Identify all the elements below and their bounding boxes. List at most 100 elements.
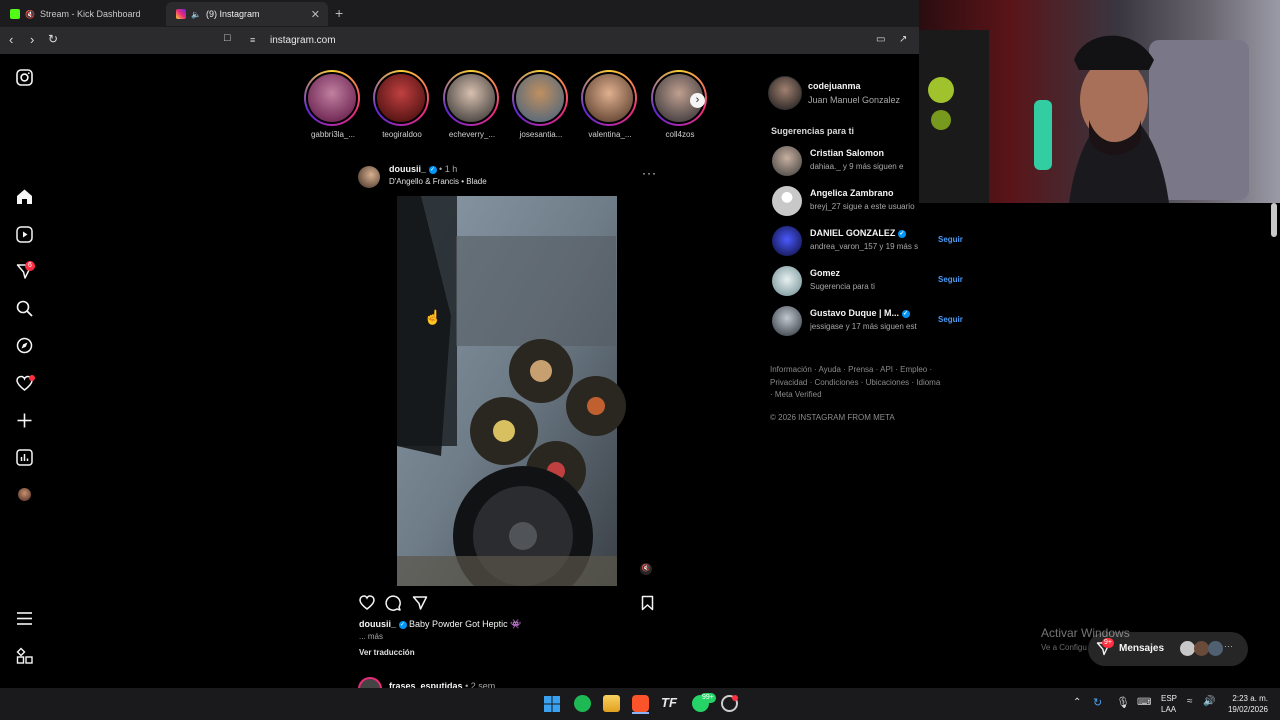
like-icon[interactable]: [359, 595, 375, 610]
translate-link[interactable]: Ver traducción: [359, 648, 415, 657]
reels-icon[interactable]: [16, 226, 33, 243]
suggestion-name[interactable]: Cristian Salomon: [810, 148, 884, 158]
suggestion-avatar[interactable]: [772, 266, 802, 296]
dashboard-icon[interactable]: [16, 449, 33, 466]
microphone-icon[interactable]: 🎙: [1116, 696, 1130, 709]
post-media[interactable]: 🔇: [351, 196, 663, 606]
post-options-icon[interactable]: ···: [642, 166, 657, 180]
webcam-overlay: [919, 0, 1280, 203]
tab-title: Stream - Kick Dashboard: [39, 9, 141, 19]
suggestion-name[interactable]: Angelica Zambrano: [810, 188, 894, 198]
activation-watermark-sub: Ve a Configuración para activar Windows.: [1041, 643, 1087, 652]
mute-icon: 🔇: [25, 9, 35, 19]
brave-browser-icon[interactable]: [632, 695, 649, 712]
input-region[interactable]: LAA: [1161, 705, 1176, 714]
instagram-logo-icon[interactable]: [16, 69, 33, 86]
tab-title: (9) Instagram: [205, 9, 260, 19]
address-bar[interactable]: instagram.com: [270, 35, 336, 46]
post-author-avatar[interactable]: [358, 166, 380, 188]
tab-instagram[interactable]: 🔈 (9) Instagram ✕: [166, 2, 328, 26]
bookmark-icon[interactable]: □: [224, 32, 231, 44]
app-notification-dot: [732, 695, 738, 701]
share-post-icon[interactable]: [412, 595, 428, 611]
follow-button[interactable]: Seguir: [938, 275, 963, 284]
suggestion-context: andrea_varon_157 y 19 más s: [810, 242, 919, 251]
suggestion-item: Gustavo Duque | M... ✓ jessigase y 17 má…: [772, 306, 992, 340]
reload-icon[interactable]: ↻: [48, 32, 58, 46]
home-icon[interactable]: [16, 188, 33, 205]
share-icon[interactable]: ↗: [899, 34, 907, 45]
search-icon[interactable]: [16, 300, 33, 317]
explore-icon[interactable]: [16, 337, 33, 354]
wifi-icon[interactable]: ≈: [1187, 696, 1193, 707]
page-scrollbar[interactable]: [1271, 203, 1277, 237]
menu-icon[interactable]: [16, 611, 33, 626]
story-name: josesantia...: [519, 130, 563, 139]
suggestion-name[interactable]: DANIEL GONZALEZ ✓: [810, 228, 906, 238]
tiktok-live-studio-icon[interactable]: TF: [661, 695, 677, 710]
story-name: gabbri3la_...: [310, 130, 356, 139]
save-icon[interactable]: [641, 595, 654, 611]
cast-icon[interactable]: ▭: [876, 34, 885, 45]
suggestion-avatar[interactable]: [772, 146, 802, 176]
post-video: [397, 196, 626, 606]
suggestion-avatar[interactable]: [772, 226, 802, 256]
suggestion-name[interactable]: Gomez: [810, 268, 840, 278]
story-name: coll4zos: [665, 130, 695, 139]
suggestion-context: dahiaa._ y 9 más siguen e: [810, 162, 904, 171]
back-icon[interactable]: ‹: [9, 32, 13, 47]
suggestion-name[interactable]: Gustavo Duque | M... ✓: [810, 308, 910, 318]
comment-icon[interactable]: [385, 595, 401, 611]
profile-avatar[interactable]: [18, 488, 31, 501]
follow-button[interactable]: Seguir: [938, 235, 963, 244]
verified-icon: ✓: [428, 165, 437, 174]
suggestion-context: Sugerencia para ti: [810, 282, 875, 291]
story-name: teogiraldoo: [382, 130, 422, 139]
current-user-handle[interactable]: codejuanma: [808, 81, 861, 91]
instagram-favicon-icon: [176, 9, 186, 19]
story-item[interactable]: gabbri3la_...: [304, 70, 362, 139]
input-language[interactable]: ESP: [1161, 694, 1177, 703]
suggestion-avatar[interactable]: [772, 306, 802, 336]
site-info-icon[interactable]: ≡: [250, 35, 255, 45]
story-item[interactable]: echeverry_...: [443, 70, 501, 139]
caption-more[interactable]: ... más: [359, 632, 383, 641]
clock-date[interactable]: 19/02/2026: [1222, 705, 1268, 714]
sync-icon[interactable]: ↻: [1093, 696, 1102, 709]
conversation-avatar: [1208, 641, 1223, 656]
story-item[interactable]: josesantia...: [512, 70, 570, 139]
spotify-icon[interactable]: [574, 695, 591, 712]
tray-overflow-icon[interactable]: ⌃: [1073, 697, 1081, 708]
keyboard-icon[interactable]: ⌨: [1137, 697, 1151, 708]
post-username[interactable]: douusii_: [389, 164, 426, 174]
tab-kick-dashboard[interactable]: 🔇 Stream - Kick Dashboard: [0, 2, 165, 26]
current-user-name: Juan Manuel Gonzalez: [808, 95, 901, 105]
file-explorer-icon[interactable]: [603, 695, 620, 712]
current-user-avatar[interactable]: [768, 76, 802, 110]
stories-next-button[interactable]: ›: [690, 93, 705, 108]
story-avatar: [306, 72, 358, 124]
default-avatar-icon[interactable]: [772, 186, 802, 216]
post-audio[interactable]: D'Angello & Francis • Blade: [389, 177, 487, 186]
new-tab-button[interactable]: +: [335, 5, 343, 21]
caption-username[interactable]: douusii_: [359, 619, 396, 629]
clock-time[interactable]: 2:23 a. m.: [1226, 694, 1268, 703]
windows-start-icon[interactable]: [544, 696, 560, 712]
story-name: echeverry_...: [448, 130, 496, 139]
post-time: 1 h: [444, 164, 458, 174]
follow-button[interactable]: Seguir: [938, 315, 963, 324]
speaker-icon: 🔈: [191, 9, 201, 19]
messages-label: Mensajes: [1119, 643, 1165, 654]
story-item[interactable]: valentina_...: [581, 70, 639, 139]
also-from-meta-icon[interactable]: [16, 647, 33, 664]
volume-icon[interactable]: 🔊: [1203, 696, 1215, 707]
story-avatar: [514, 72, 566, 124]
conversation-avatar: [1194, 641, 1209, 656]
close-tab-icon[interactable]: ✕: [311, 8, 320, 21]
suggestion-item: Gomez Sugerencia para ti Seguir: [772, 266, 992, 300]
mute-video-icon[interactable]: 🔇: [640, 563, 652, 575]
footer-links[interactable]: Información · Ayuda · Prensa · API · Emp…: [770, 364, 945, 402]
create-icon[interactable]: [16, 412, 33, 429]
forward-icon[interactable]: ›: [30, 32, 34, 47]
story-item[interactable]: teogiraldoo: [373, 70, 431, 139]
